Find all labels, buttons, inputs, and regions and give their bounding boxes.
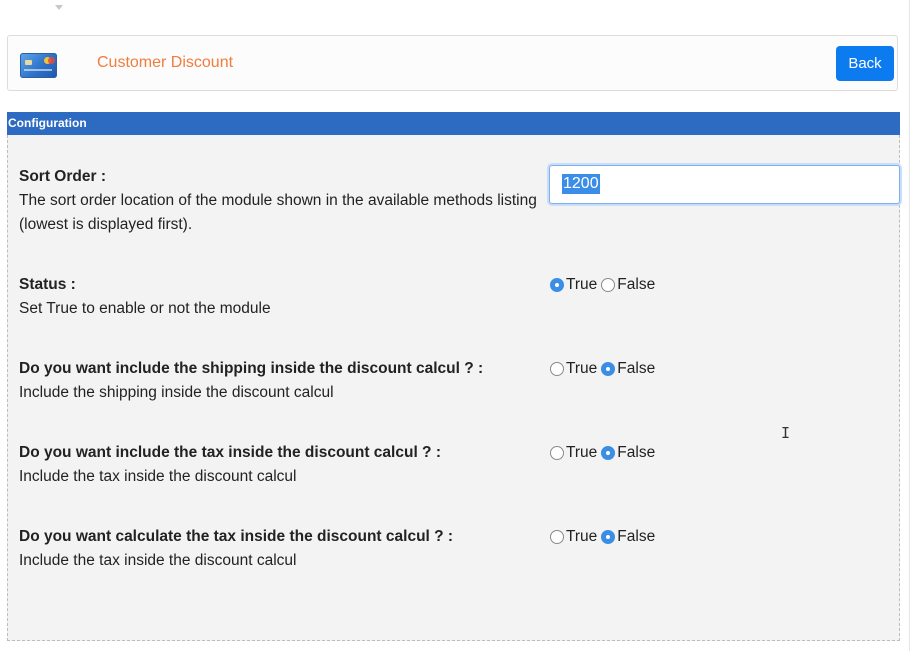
credit-card-icon xyxy=(20,53,57,78)
setting-calculate-tax: Do you want calculate the tax inside the… xyxy=(19,525,539,573)
sort-order-input[interactable]: 1200 xyxy=(549,165,900,204)
setting-title: Do you want calculate the tax inside the… xyxy=(19,528,454,545)
setting-title: Do you want include the tax inside the d… xyxy=(19,444,441,461)
dropdown-caret-icon xyxy=(55,5,63,10)
status-radio-group: True False xyxy=(550,276,659,294)
status-false-radio[interactable] xyxy=(601,278,616,292)
radio-label: True xyxy=(566,360,598,377)
sort-order-value: 1200 xyxy=(562,174,600,194)
setting-title: Status : xyxy=(19,276,76,293)
calculate-tax-true-radio[interactable] xyxy=(550,530,564,544)
include-tax-false-radio[interactable] xyxy=(601,446,616,460)
configuration-section-header: Configuration xyxy=(7,112,900,135)
setting-description: Include the tax inside the discount calc… xyxy=(19,552,297,569)
calculate-tax-radio-group: True False xyxy=(550,528,659,546)
setting-description: Set True to enable or not the module xyxy=(19,300,271,317)
scrollbar-edge xyxy=(909,0,910,651)
setting-title: Do you want include the shipping inside … xyxy=(19,360,484,377)
radio-label: False xyxy=(617,444,656,461)
setting-title: Sort Order : xyxy=(19,168,106,185)
page-title: Customer Discount xyxy=(97,54,234,71)
configuration-panel: Sort Order : The sort order location of … xyxy=(7,135,900,641)
radio-label: True xyxy=(566,444,598,461)
setting-status: Status : Set True to enable or not the m… xyxy=(19,273,539,321)
radio-label: False xyxy=(617,276,656,293)
include-shipping-radio-group: True False xyxy=(550,360,659,378)
text-cursor-icon: I xyxy=(781,424,791,442)
include-tax-true-radio[interactable] xyxy=(550,446,564,460)
module-header: Customer Discount Back xyxy=(7,35,898,91)
radio-label: True xyxy=(566,276,598,293)
setting-description: Include the shipping inside the discount… xyxy=(19,384,334,401)
back-button[interactable]: Back xyxy=(836,46,894,81)
setting-include-tax: Do you want include the tax inside the d… xyxy=(19,441,539,489)
status-true-radio[interactable] xyxy=(550,278,564,292)
radio-label: False xyxy=(617,360,656,377)
calculate-tax-false-radio[interactable] xyxy=(601,530,616,544)
setting-description: Include the tax inside the discount calc… xyxy=(19,468,297,485)
setting-include-shipping: Do you want include the shipping inside … xyxy=(19,357,539,405)
include-shipping-true-radio[interactable] xyxy=(550,362,564,376)
include-shipping-false-radio[interactable] xyxy=(601,362,616,376)
radio-label: True xyxy=(566,528,598,545)
setting-description: The sort order location of the module sh… xyxy=(19,192,537,233)
setting-sort-order: Sort Order : The sort order location of … xyxy=(19,165,539,237)
include-tax-radio-group: True False xyxy=(550,444,659,462)
radio-label: False xyxy=(617,528,656,545)
